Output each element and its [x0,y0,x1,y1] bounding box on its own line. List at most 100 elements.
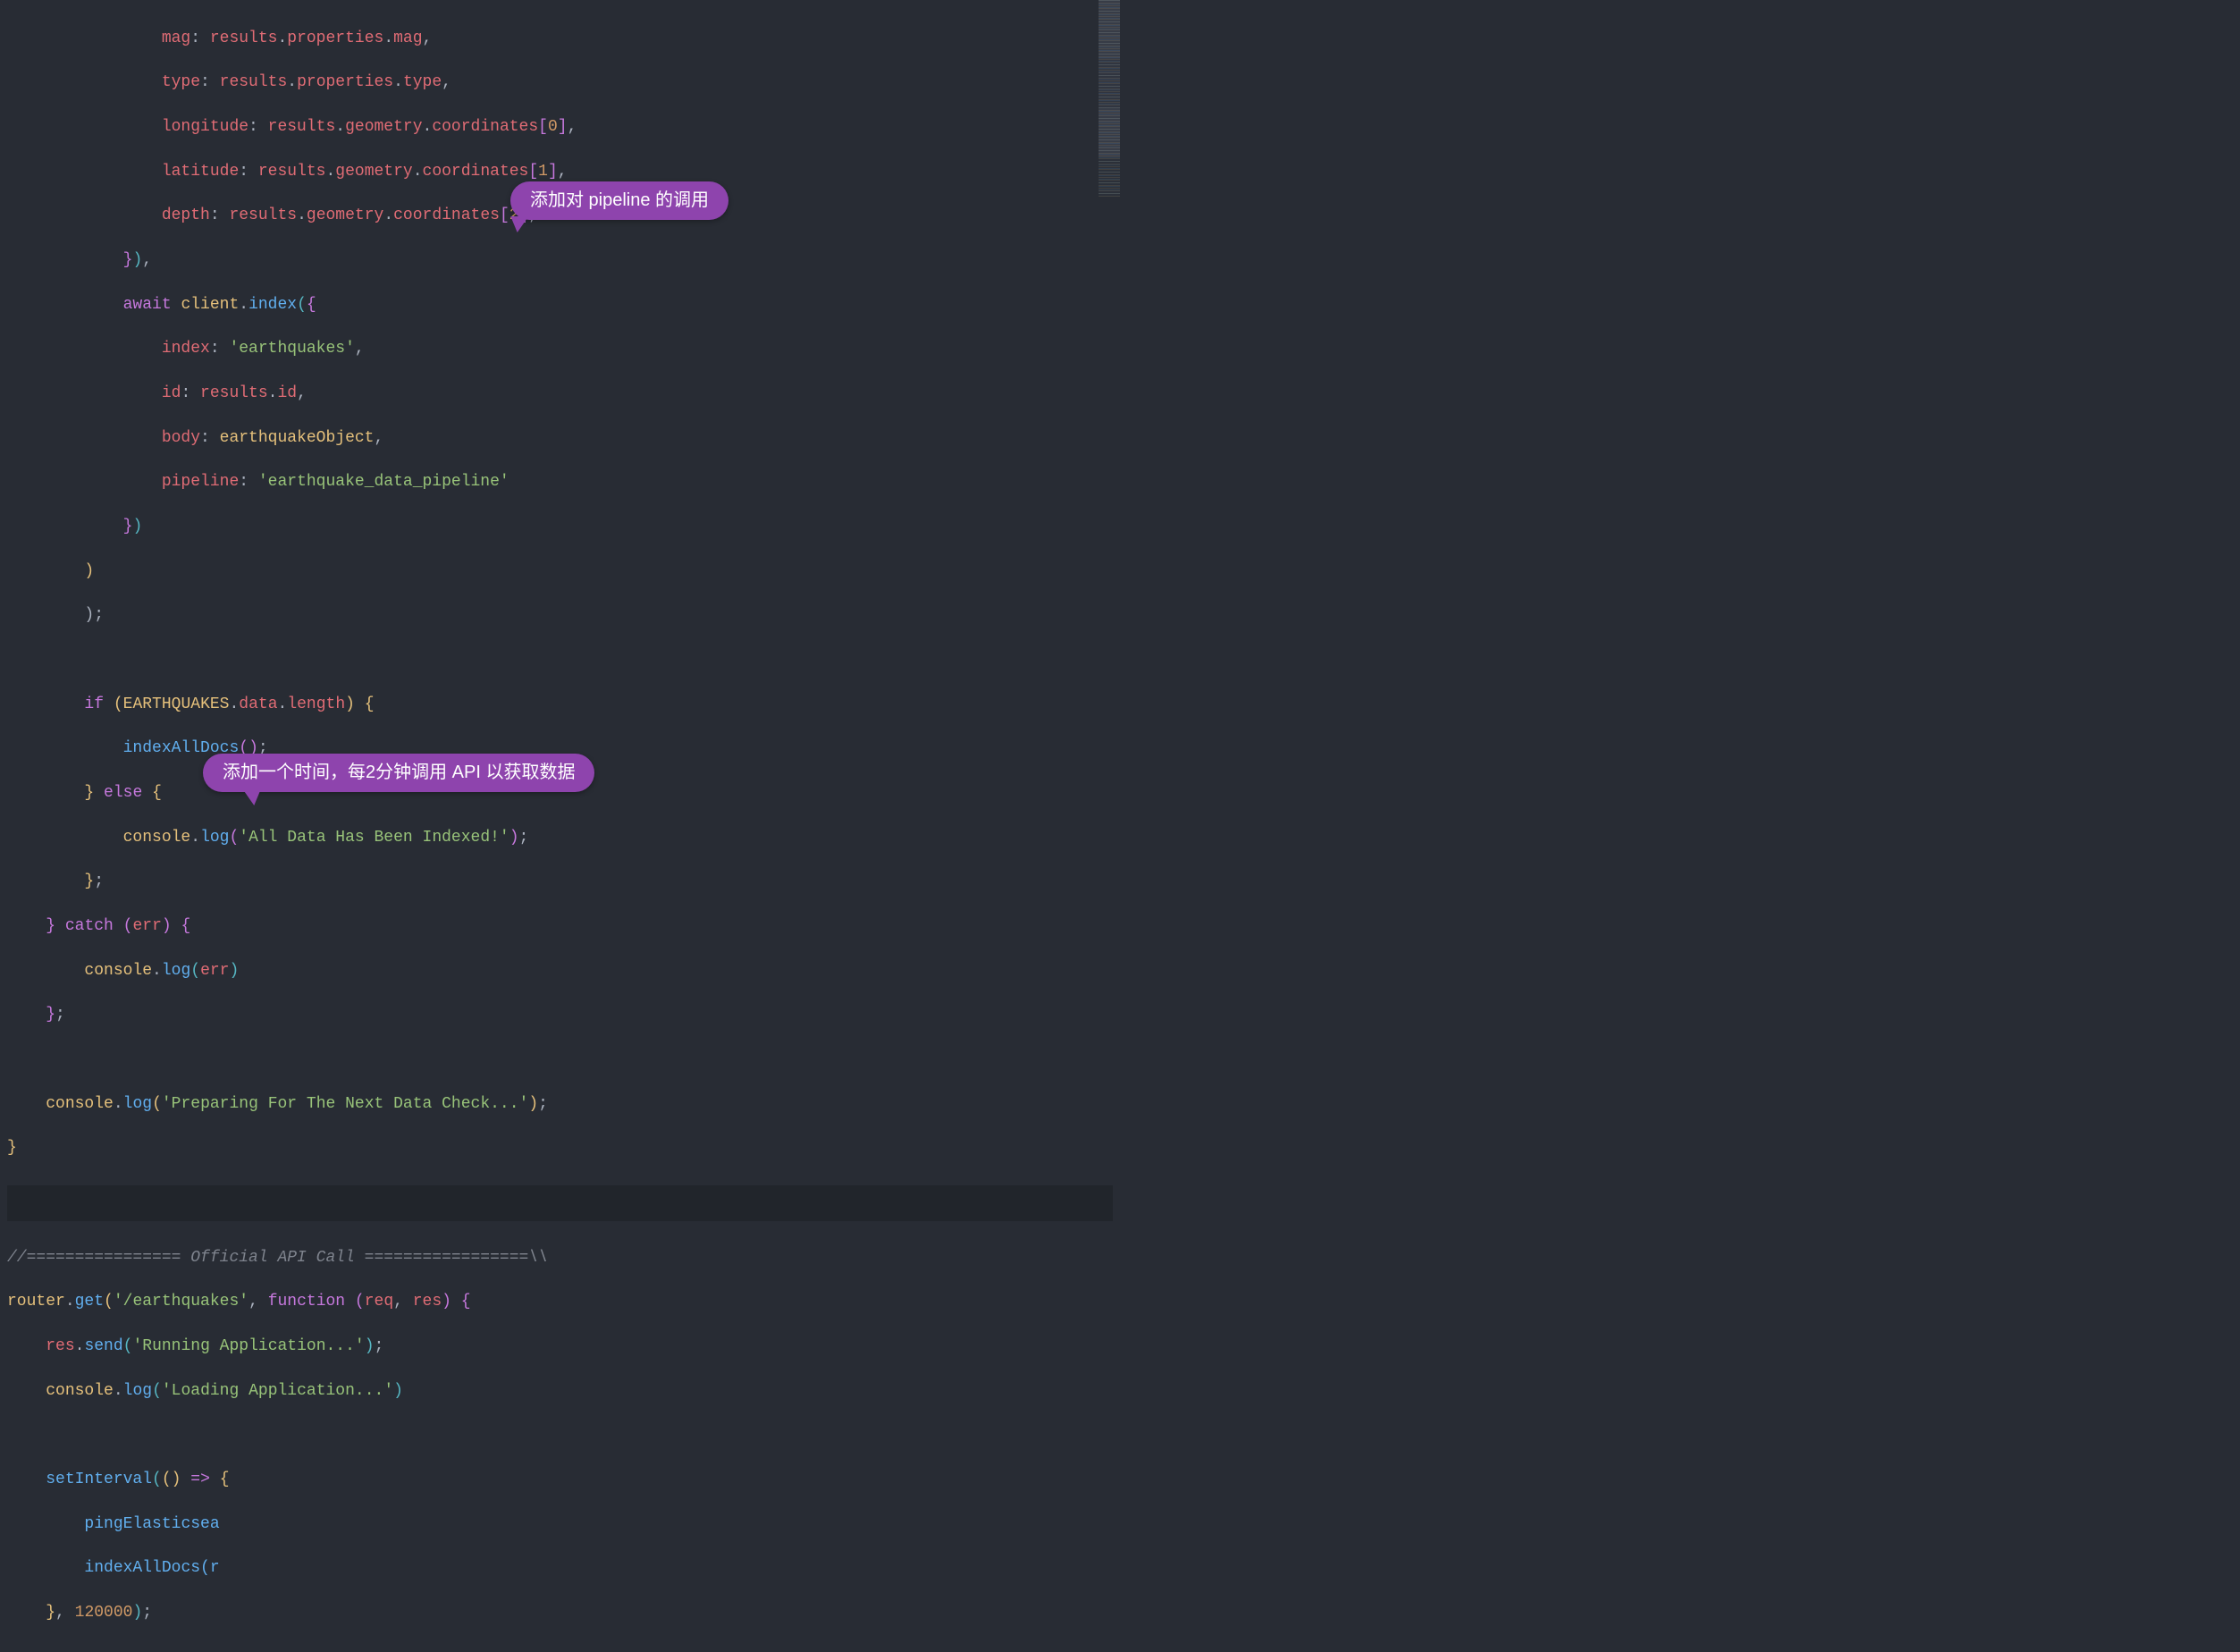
code-line: res.send('Running Application...'); [7,1336,1113,1358]
keyword-if: if [84,695,104,713]
ident: console [46,1382,114,1400]
ident: results [229,206,297,224]
comment: //================ Official API Call ===… [7,1249,548,1267]
prop-key: pipeline [162,473,239,491]
prop: mag [393,30,422,47]
ident: EARTHQUAKES [123,695,230,713]
prop-key: depth [162,206,210,224]
code-line: index: 'earthquakes', [7,338,1113,360]
call-truncated: pingElasticsea [84,1515,219,1533]
ident: results [200,384,268,402]
string: 'Loading Application...' [162,1382,393,1400]
code-line: }), [7,249,1113,272]
code-line: mag: results.properties.mag, [7,28,1113,50]
code-line: if (EARTHQUAKES.data.length) { [7,694,1113,716]
code-line: await client.index({ [7,294,1113,316]
code-line: longitude: results.geometry.coordinates[… [7,116,1113,139]
prop: id [277,384,297,402]
blank-line [7,1424,1113,1446]
string: '/earthquakes' [114,1293,248,1311]
method: log [162,962,190,980]
ident: results [210,30,278,47]
ident: results [258,163,326,181]
code-line: pipeline: 'earthquake_data_pipeline' [7,471,1113,493]
string: 'Preparing For The Next Data Check...' [162,1095,528,1113]
prop-key: id [162,384,181,402]
code-line: setInterval(() => { [7,1469,1113,1491]
method: log [200,829,229,847]
code-line: id: results.id, [7,383,1113,405]
ident: console [46,1095,114,1113]
callout-text: 添加一个时间，每2分钟调用 API 以获取数据 [223,763,575,782]
number: 120000 [75,1604,133,1622]
ident: client [181,296,239,314]
prop: coordinates [423,163,529,181]
prop: geometry [307,206,383,224]
number: 0 [548,118,558,136]
prop: type [403,73,442,91]
annotation-callout-interval: 添加一个时间，每2分钟调用 API 以获取数据 [203,754,594,792]
minimap[interactable] [1099,0,1120,197]
prop: length [287,695,345,713]
code-line: console.log('Loading Application...') [7,1380,1113,1403]
prop-key: body [162,429,200,447]
string: 'Running Application...' [132,1337,364,1355]
code-editor[interactable]: mag: results.properties.mag, type: resul… [0,0,1120,1652]
code-line: }) [7,516,1113,538]
ident: results [268,118,336,136]
code-line: body: earthquakeObject, [7,427,1113,450]
ident: err [132,917,161,935]
code-line: }; [7,871,1113,893]
method: index [248,296,297,314]
call-truncated: indexAllDocs(r [84,1559,219,1577]
prop: geometry [345,118,422,136]
callout-text: 添加对 pipeline 的调用 [530,190,709,210]
code-line: } catch (err) { [7,915,1113,938]
prop: data [239,695,277,713]
prop: properties [287,30,383,47]
prop-key: type [162,73,200,91]
method: send [84,1337,122,1355]
code-line: ) [7,560,1113,583]
number: 1 [538,163,548,181]
code-line: latitude: results.geometry.coordinates[1… [7,161,1113,183]
call: setInterval [46,1471,152,1488]
method: log [123,1382,152,1400]
prop-key: mag [162,30,190,47]
method: log [123,1095,152,1113]
string: 'All Data Has Been Indexed!' [239,829,509,847]
prop: geometry [335,163,412,181]
string: 'earthquakes' [229,340,354,358]
ident: err [200,962,229,980]
prop: coordinates [393,206,500,224]
string: 'earthquake_data_pipeline' [258,473,509,491]
blank-line [7,649,1113,671]
code-line: //================ Official API Call ===… [7,1247,1113,1269]
param: req [365,1293,393,1311]
method: get [75,1293,104,1311]
code-line: pingElasticsea [7,1513,1113,1536]
code-line: router.get('/earthquakes', function (req… [7,1291,1113,1313]
prop-key: index [162,340,210,358]
keyword-await: await [123,296,172,314]
code-line: }; [7,1004,1113,1026]
code-line: ); [7,604,1113,627]
code-line: } [7,1137,1113,1159]
code-line: console.log(err) [7,960,1113,982]
code-line: type: results.properties.type, [7,72,1113,94]
ident: results [220,73,288,91]
code-line: console.log('Preparing For The Next Data… [7,1093,1113,1116]
annotation-callout-pipeline: 添加对 pipeline 的调用 [510,181,728,220]
separator [7,1185,1113,1221]
ident: console [84,962,152,980]
ident: console [123,829,191,847]
prop-key: longitude [162,118,248,136]
code-line: }, 120000); [7,1602,1113,1624]
code-line: console.log('All Data Has Been Indexed!'… [7,827,1113,849]
code-line: indexAllDocs(r [7,1557,1113,1580]
prop: properties [297,73,393,91]
keyword-function: function [268,1293,345,1311]
arrow: => [190,1471,210,1488]
blank-line [7,1049,1113,1071]
ident: res [46,1337,74,1355]
